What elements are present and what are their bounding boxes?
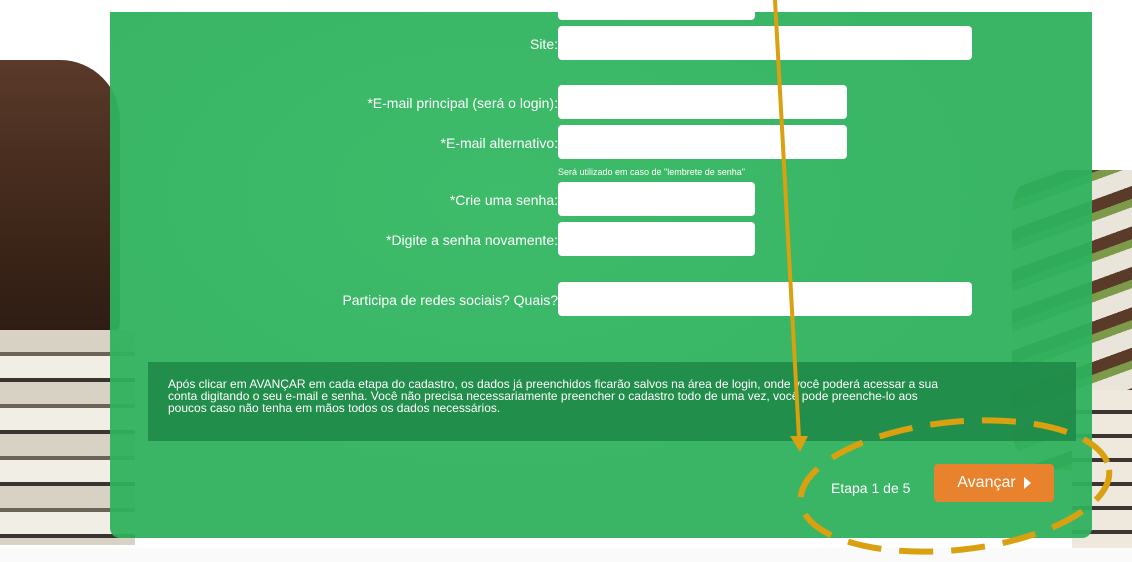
registration-form-panel: Site: *E-mail principal (será o login): … (110, 2, 1092, 538)
next-button-label: Avançar (957, 474, 1016, 491)
site-label: Site: (529, 36, 558, 52)
background-bottom-strip (0, 548, 1132, 562)
alternative-email-input[interactable] (558, 125, 847, 159)
alternative-email-hint: Será utilizado em caso de "lembrete de s… (558, 167, 745, 177)
alternative-email-label: *E-mail alternativo: (440, 135, 559, 151)
password-confirm-label: *Digite a senha novamente: (386, 232, 558, 248)
social-networks-input[interactable] (558, 282, 972, 316)
site-input[interactable] (558, 26, 972, 60)
form-row-site: Site: (110, 26, 1092, 62)
notice-line: poucos caso não tenha em mãos todos os d… (168, 401, 501, 415)
primary-email-label: *E-mail principal (será o login): (367, 95, 558, 111)
form-row-password: *Crie uma senha: (110, 182, 1092, 218)
password-label: *Crie uma senha: (449, 192, 558, 208)
form-row-social-networks: Participa de redes sociais? Quais? (110, 282, 1092, 318)
primary-email-input[interactable] (558, 85, 847, 119)
next-button[interactable]: Avançar (934, 464, 1054, 502)
form-row-password-confirm: *Digite a senha novamente: (110, 222, 1092, 258)
save-progress-notice: Após clicar em AVANÇAR em cada etapa do … (148, 362, 1076, 441)
social-networks-label: Participa de redes sociais? Quais? (342, 292, 558, 308)
background-child-arm-left (0, 60, 120, 360)
form-row-primary-email: *E-mail principal (será o login): (110, 85, 1092, 121)
password-confirm-input[interactable] (558, 222, 755, 256)
form-row-alternative-email: *E-mail alternativo: (110, 125, 1092, 161)
step-indicator: Etapa 1 de 5 (831, 480, 911, 496)
password-input[interactable] (558, 182, 755, 216)
caret-right-icon (1023, 477, 1031, 489)
previous-field-input[interactable] (558, 2, 755, 20)
